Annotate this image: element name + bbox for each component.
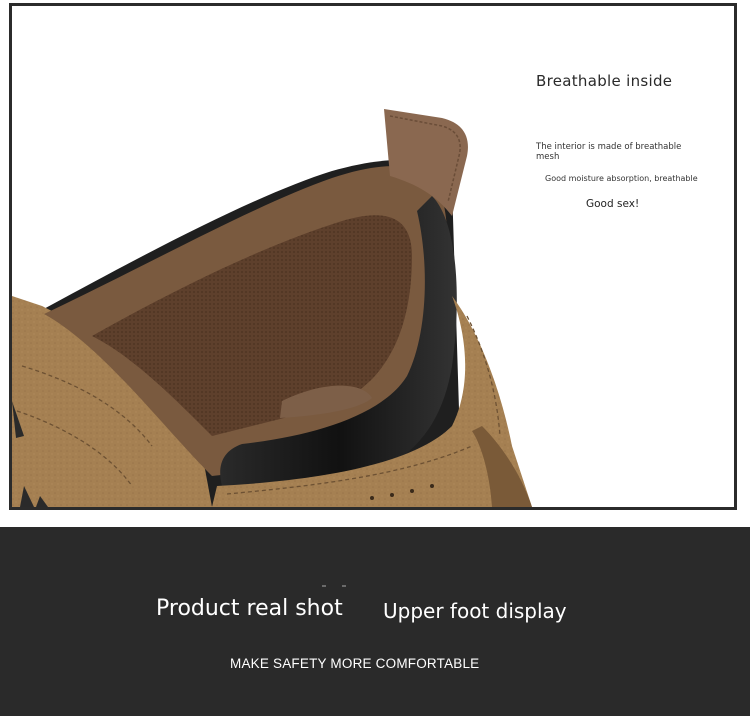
banner-title-upper-foot: Upper foot display [383,599,567,623]
feature-title: Breathable inside [536,72,673,90]
feature-description: The interior is made of breathable mesh [536,142,682,162]
banner-subtitle: MAKE SAFETY MORE COMFORTABLE [230,656,480,671]
feature-tagline: Good sex! [586,198,640,210]
bottom-banner [0,527,750,716]
feature-detail: Good moisture absorption, breathable [545,174,698,183]
banner-title-product-shot: Product real shot [156,596,343,621]
decorative-dots [322,585,352,587]
